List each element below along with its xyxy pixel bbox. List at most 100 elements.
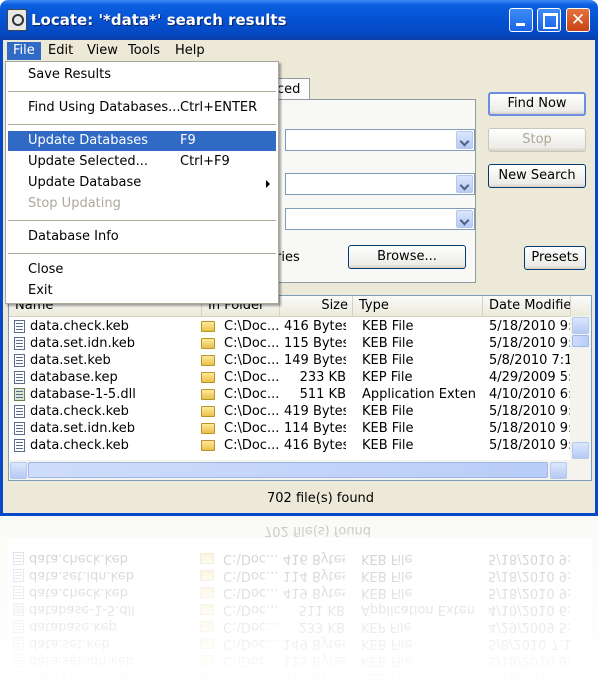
cell-name: database.kep xyxy=(30,370,118,385)
menu-view[interactable]: View xyxy=(81,42,124,60)
cell-date: 5/18/2010 9:3.. xyxy=(489,421,573,436)
maximize-button[interactable] xyxy=(537,8,561,32)
cell-folder: C:\Doc... xyxy=(224,387,280,402)
cell-folder: C:\Doc... xyxy=(224,421,280,436)
close-icon: ✕ xyxy=(570,10,586,30)
menu-separator xyxy=(8,253,276,254)
cell-size: 511 KB xyxy=(299,387,346,402)
cell-date: 5/18/2010 9:3.. xyxy=(489,336,573,351)
menu-item-update-databases[interactable]: Update Databases F9 xyxy=(8,131,276,151)
cell-date: 5/18/2010 9:3.. xyxy=(489,319,573,334)
cell-name: data.set.idn.keb xyxy=(30,336,135,351)
menu-help[interactable]: Help xyxy=(169,42,211,60)
cell-folder: C:\Doc... xyxy=(224,438,280,453)
minimize-button[interactable] xyxy=(509,8,533,32)
menu-separator xyxy=(8,220,276,221)
chevron-down-icon[interactable] xyxy=(456,131,473,149)
folder-icon xyxy=(201,372,215,383)
horizontal-scroll-thumb[interactable] xyxy=(28,462,548,478)
close-button[interactable]: ✕ xyxy=(566,8,590,32)
cell-date: 5/18/2010 9:3.. xyxy=(489,438,573,453)
menu-item-database-info[interactable]: Database Info xyxy=(8,227,276,247)
cell-size: 233 KB xyxy=(299,370,346,385)
menu-item-label: Find Using Databases... xyxy=(28,100,181,115)
find-now-button[interactable]: Find Now xyxy=(488,92,586,116)
menu-item-update-database[interactable]: Update Database xyxy=(8,173,276,193)
reflection-fade xyxy=(0,516,598,688)
scroll-up-arrow[interactable] xyxy=(572,317,589,334)
cell-size: 149 Bytes xyxy=(284,353,346,368)
column-date-modified[interactable]: Date Modifie xyxy=(483,296,571,316)
column-size[interactable]: Size xyxy=(280,296,353,316)
table-row[interactable]: data.set.idn.keb C:\Doc... 115 Bytes KEB Fi… xyxy=(9,335,575,352)
search-combo-3[interactable] xyxy=(285,208,475,230)
menu-item-label: Update Selected... xyxy=(28,154,148,169)
menu-item-stop-updating[interactable]: Stop Updating xyxy=(8,194,276,214)
table-row[interactable]: data.check.keb C:\Doc... 416 Bytes KEB File… xyxy=(9,318,575,335)
cell-date: 4/10/2010 6:2.. xyxy=(489,387,573,402)
search-combo-2[interactable] xyxy=(285,173,475,195)
cell-folder: C:\Doc... xyxy=(224,370,280,385)
file-icon xyxy=(14,405,25,418)
menu-item-label: Exit xyxy=(28,283,53,298)
scroll-right-arrow[interactable] xyxy=(550,462,567,479)
cell-type: KEP File xyxy=(362,370,413,385)
table-row[interactable]: database.kep C:\Doc... 233 KB KEP File 4/29/… xyxy=(9,369,575,386)
vertical-scrollbar[interactable] xyxy=(570,316,591,460)
results-list[interactable]: Name In Folder Size Type Date Modifie da… xyxy=(8,295,592,481)
file-icon xyxy=(14,337,25,350)
column-type[interactable]: Type xyxy=(353,296,483,316)
cell-type: KEB File xyxy=(362,336,414,351)
file-icon xyxy=(14,422,25,435)
folder-icon xyxy=(201,338,215,349)
menu-item-exit[interactable]: Exit xyxy=(8,281,276,301)
new-search-button[interactable]: New Search xyxy=(488,164,586,188)
menu-file[interactable]: File xyxy=(7,42,41,60)
scroll-left-arrow[interactable] xyxy=(10,462,27,479)
title-bar[interactable]: Locate: '*data*' search results ✕ xyxy=(0,0,598,40)
vertical-scroll-thumb[interactable] xyxy=(572,335,589,347)
maximize-icon xyxy=(543,13,558,29)
window-reflection: data.check.kebC:\Doc...416 BytesKEB File… xyxy=(0,516,598,688)
cell-size: 416 Bytes xyxy=(284,438,346,453)
folder-icon xyxy=(201,321,215,332)
cell-type: KEB File xyxy=(362,421,414,436)
scroll-down-arrow[interactable] xyxy=(572,442,589,459)
cell-name: data.set.keb xyxy=(30,353,111,368)
locate-window: Locate: '*data*' search results ✕ File E… xyxy=(0,0,598,516)
presets-button[interactable]: Presets xyxy=(524,246,586,270)
table-row[interactable]: data.set.idn.keb C:\Doc... 114 Bytes KEB Fi… xyxy=(9,420,575,437)
menu-separator xyxy=(8,91,276,92)
cell-size: 114 Bytes xyxy=(284,421,346,436)
menu-edit[interactable]: Edit xyxy=(42,42,79,60)
menu-item-shortcut: F9 xyxy=(180,133,196,148)
folder-icon xyxy=(201,440,215,451)
chevron-down-icon[interactable] xyxy=(456,175,473,193)
menu-item-shortcut: Ctrl+F9 xyxy=(180,154,230,169)
menu-item-save-results[interactable]: Save Results xyxy=(8,65,276,85)
chevron-down-icon[interactable] xyxy=(456,210,473,228)
stop-button[interactable]: Stop xyxy=(488,128,586,152)
status-bar: 702 file(s) found xyxy=(3,485,595,513)
table-row[interactable]: database-1-5.dll C:\Doc... 511 KB Applicati… xyxy=(9,386,575,403)
app-icon[interactable] xyxy=(7,9,27,31)
menu-tools[interactable]: Tools xyxy=(122,42,166,60)
table-row[interactable]: data.check.keb C:\Doc... 419 Bytes KEB File… xyxy=(9,403,575,420)
cell-date: 5/8/2010 7:11.. xyxy=(489,353,573,368)
dll-file-icon xyxy=(14,388,25,401)
menu-item-find-using-databases[interactable]: Find Using Databases... Ctrl+ENTER xyxy=(8,98,276,118)
cell-name: data.set.idn.keb xyxy=(30,421,135,436)
cell-name: data.check.keb xyxy=(30,319,129,334)
cell-date: 4/29/2009 5:4.. xyxy=(489,370,573,385)
menu-item-close[interactable]: Close xyxy=(8,260,276,280)
submenu-arrow-icon xyxy=(266,180,270,188)
search-combo-1[interactable] xyxy=(285,129,475,151)
table-row[interactable]: data.set.keb C:\Doc... 149 Bytes KEB File 5/… xyxy=(9,352,575,369)
table-row[interactable]: data.check.keb C:\Doc... 416 Bytes KEB File… xyxy=(9,437,575,454)
horizontal-scrollbar[interactable] xyxy=(9,460,591,480)
browse-button[interactable]: Browse... xyxy=(348,245,466,269)
cell-folder: C:\Doc... xyxy=(224,319,280,334)
folder-icon xyxy=(201,389,215,400)
file-icon xyxy=(14,371,25,384)
menu-item-update-selected[interactable]: Update Selected... Ctrl+F9 xyxy=(8,152,276,172)
